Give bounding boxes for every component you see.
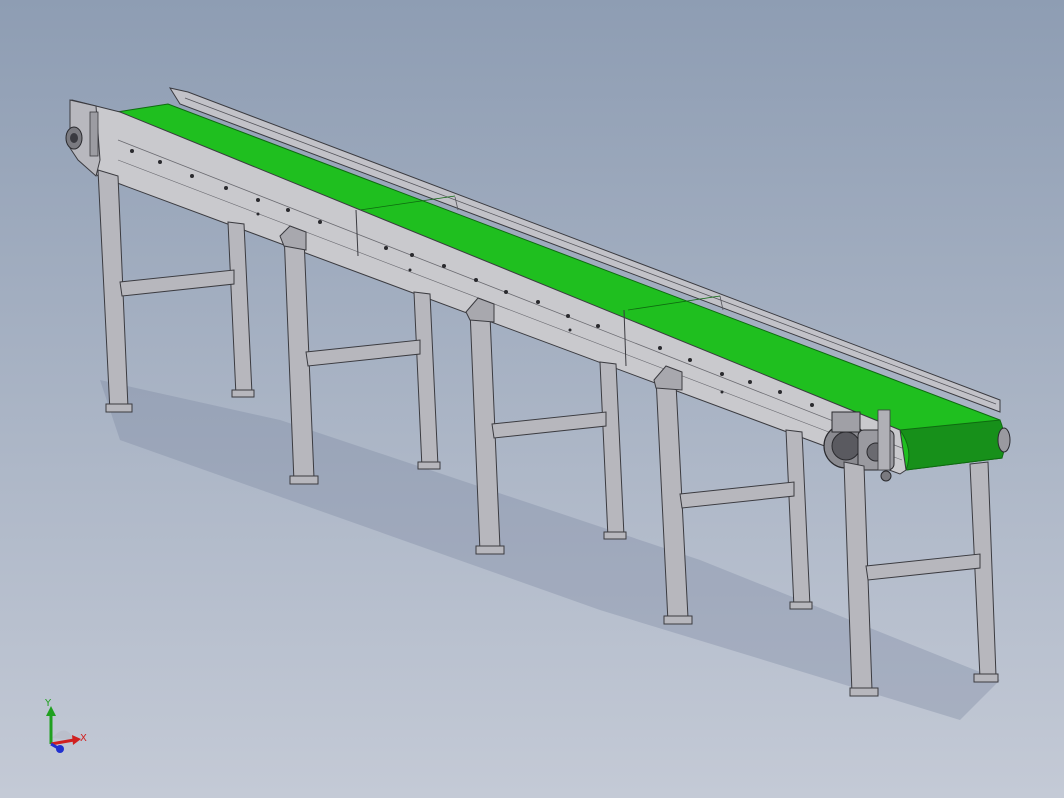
view-orientation-triad: Y X [40,698,100,760]
cad-graphics-viewport[interactable]: Y X [0,0,1064,798]
x-axis-arrow [50,738,75,746]
triad-y-label: Y [45,698,52,709]
conveyor-model-view[interactable] [0,0,1064,798]
triad-graphic [46,706,81,753]
triad-x-label: X [80,733,87,744]
